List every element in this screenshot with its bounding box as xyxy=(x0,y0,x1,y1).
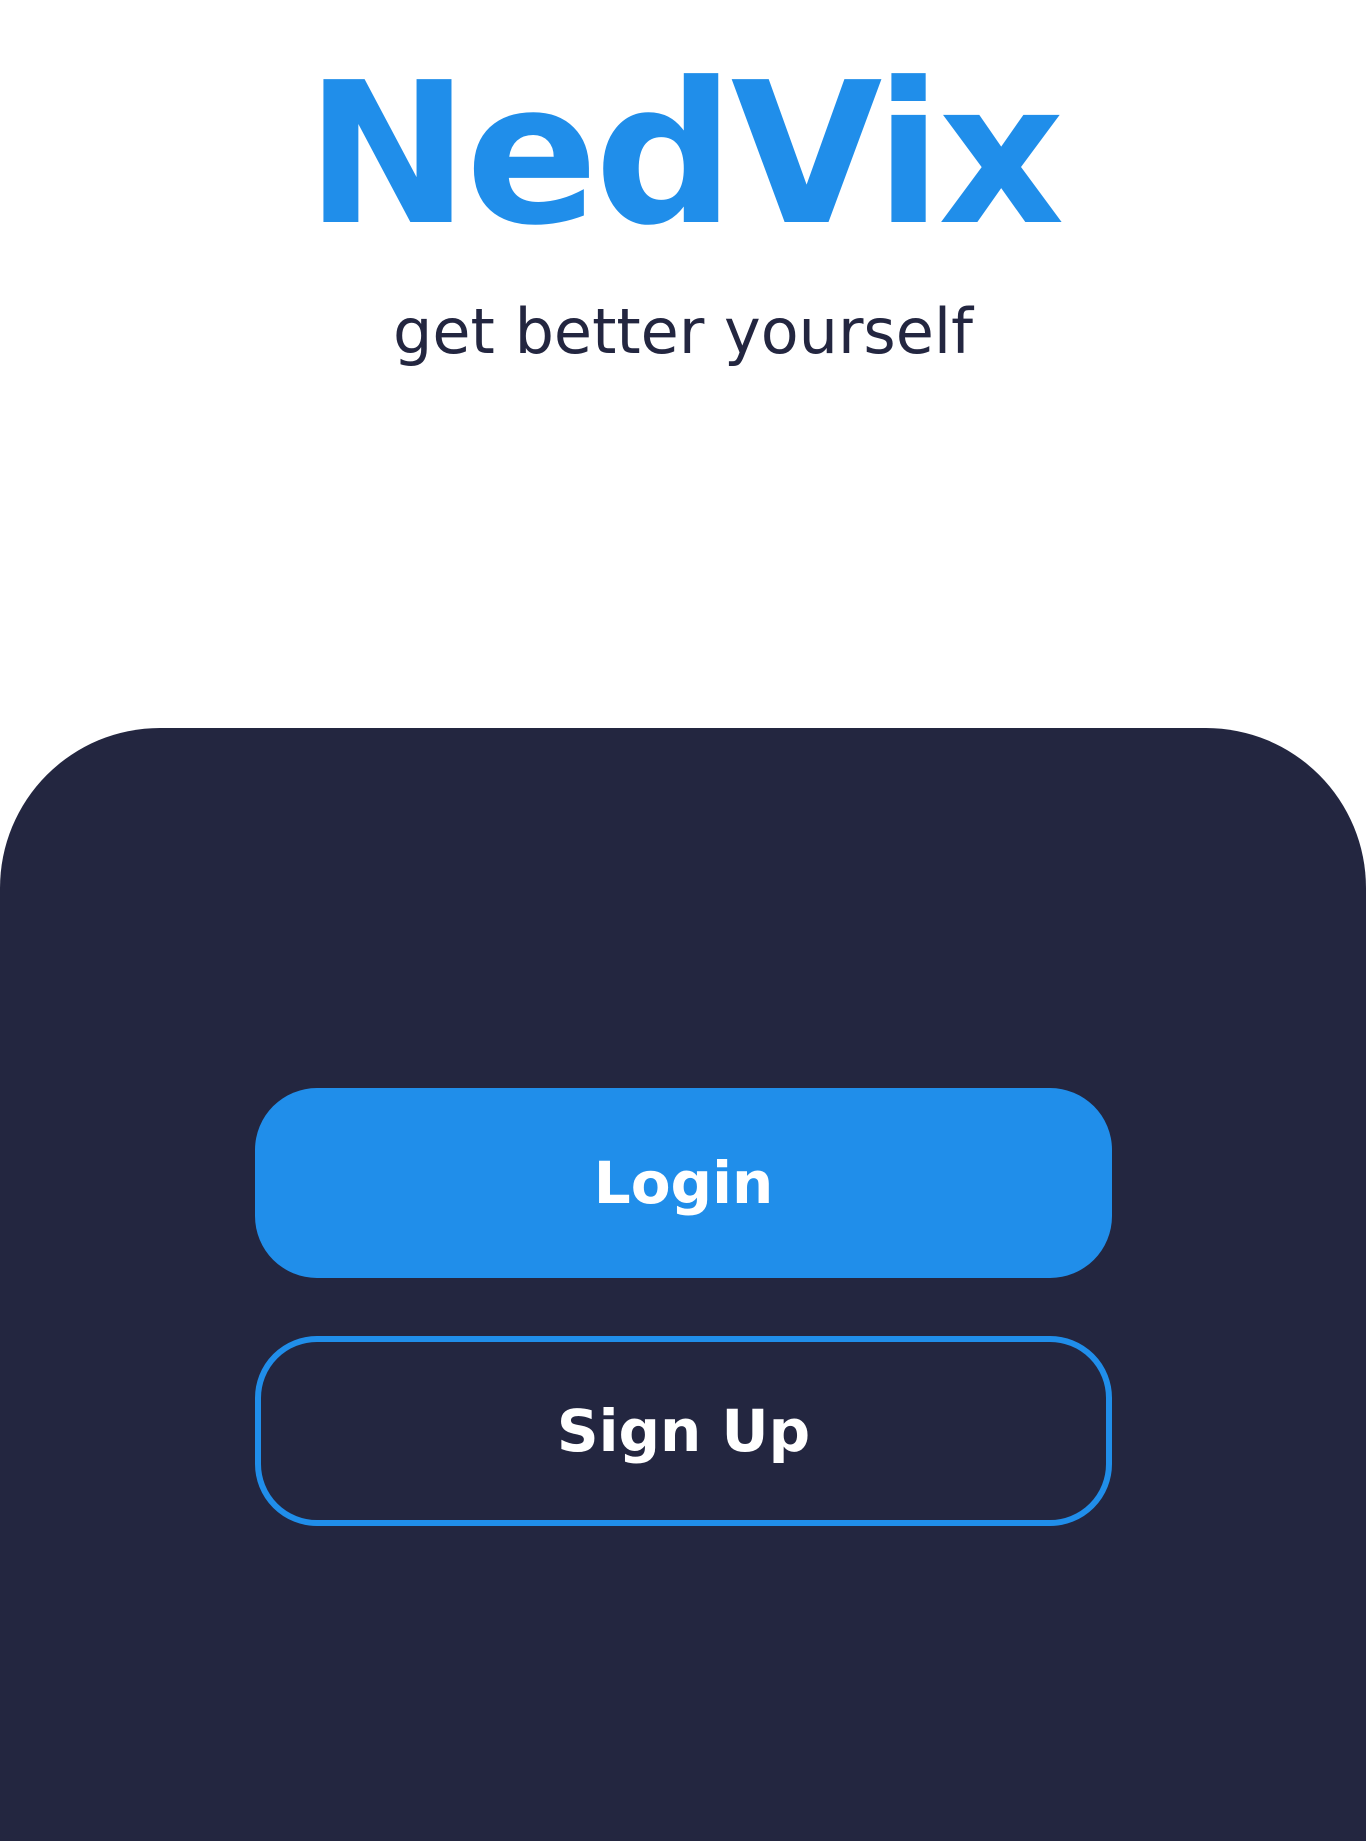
welcome-screen: NedVix get better yourself Login Sign Up xyxy=(0,0,1366,1841)
signup-button[interactable]: Sign Up xyxy=(255,1336,1112,1526)
signup-button-label: Sign Up xyxy=(556,1397,811,1465)
app-logo-title: NedVix xyxy=(305,41,1064,269)
login-button-label: Login xyxy=(593,1149,774,1217)
login-button[interactable]: Login xyxy=(255,1088,1112,1278)
auth-panel: Login Sign Up xyxy=(0,728,1366,1841)
tagline: get better yourself xyxy=(393,295,973,368)
